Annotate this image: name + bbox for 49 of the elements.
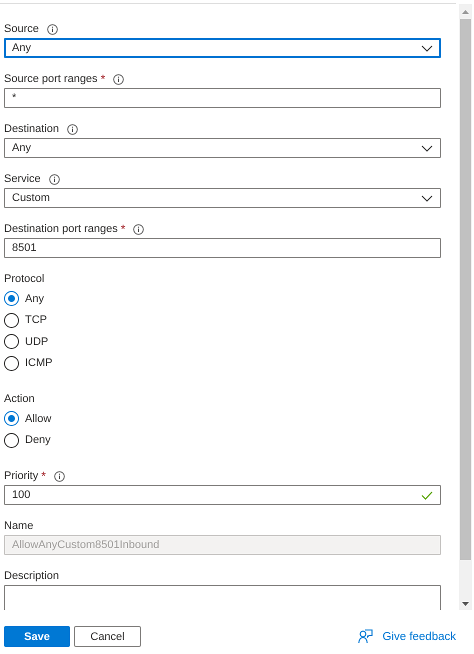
dropdown[interactable]: Any [4, 38, 441, 58]
cancel-button[interactable]: Cancel [74, 626, 141, 647]
field-label: Priority [4, 470, 38, 482]
checkmark-icon [421, 490, 433, 500]
field-label: Source port ranges [4, 73, 98, 85]
info-icon[interactable] [133, 224, 144, 234]
radio-label[interactable]: Allow [25, 412, 52, 425]
info-icon[interactable] [48, 174, 60, 184]
scrollbar-thumb[interactable] [460, 19, 471, 560]
required-mark: * [120, 222, 126, 236]
info-icon[interactable] [46, 24, 58, 34]
radio-label[interactable]: Deny [25, 434, 51, 446]
field-label: Description [4, 570, 60, 582]
feedback-icon[interactable] [358, 629, 374, 644]
field-label: Name [4, 520, 34, 532]
save-button[interactable]: Save [4, 626, 70, 647]
chevron-down-icon [421, 144, 433, 152]
input-field[interactable]: 8501 [4, 238, 441, 258]
scrollbar[interactable] [459, 4, 472, 610]
field-label: Protocol [4, 273, 44, 285]
dropdown[interactable]: Custom [4, 188, 441, 208]
dropdown[interactable]: Any [4, 138, 441, 158]
radio-button[interactable] [4, 291, 19, 306]
field-label: Service [4, 173, 41, 185]
required-mark: * [100, 72, 106, 86]
scroll-down-icon[interactable] [462, 602, 469, 606]
radio-label[interactable]: Any [25, 292, 44, 305]
field-label: Action [4, 393, 35, 405]
field-label: Destination port ranges [4, 223, 118, 235]
field-label: Source [4, 23, 39, 35]
radio-button[interactable] [4, 432, 19, 448]
info-icon[interactable] [67, 124, 78, 134]
radio-label[interactable]: UDP [25, 336, 48, 348]
input-field[interactable]: * [4, 88, 441, 108]
info-icon[interactable] [54, 470, 65, 482]
radio-label[interactable]: ICMP [25, 357, 52, 370]
radio-button[interactable] [4, 334, 19, 350]
chevron-down-icon [421, 44, 433, 52]
radio-label[interactable]: TCP [25, 314, 47, 326]
input-field[interactable]: 100 [4, 485, 441, 505]
radio-button[interactable] [4, 411, 19, 426]
radio-button[interactable] [4, 312, 19, 328]
radio-button[interactable] [4, 356, 19, 371]
info-icon[interactable] [113, 74, 124, 84]
give-feedback-link[interactable]: Give feedback [382, 630, 456, 642]
required-mark: * [41, 469, 46, 483]
chevron-down-icon [421, 194, 433, 202]
input-field: AllowAnyCustom8501Inbound [4, 535, 441, 555]
field-label: Destination [4, 123, 60, 135]
